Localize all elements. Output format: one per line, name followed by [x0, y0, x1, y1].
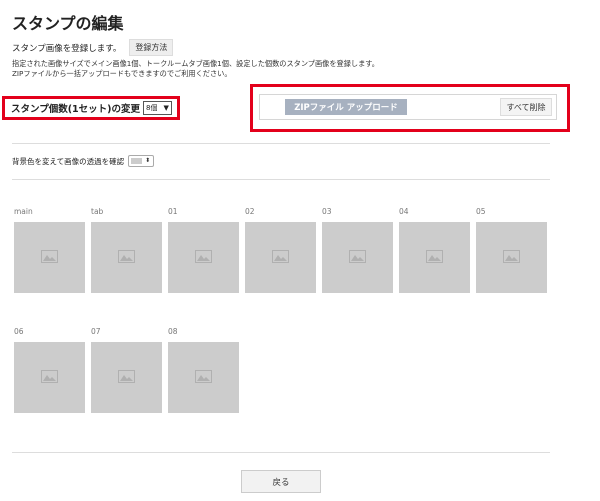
background-color-select[interactable]: ⬍: [128, 155, 155, 167]
sticker-slot-label: tab: [91, 207, 104, 216]
description-line-1: 指定された画像サイズでメイン画像1個、トークルームタブ画像1個、設定した個数のス…: [12, 59, 379, 68]
image-icon: [503, 250, 520, 263]
image-icon: [41, 370, 58, 383]
image-icon: [272, 250, 289, 263]
delete-all-button[interactable]: すべて削除: [500, 98, 552, 116]
sticker-image-placeholder[interactable]: [91, 222, 162, 293]
sticker-slot-label: 01: [168, 207, 178, 216]
sticker-image-placeholder[interactable]: [476, 222, 547, 293]
background-color-row: 背景色を変えて画像の透過を確認 ⬍: [12, 155, 155, 167]
sticker-image-placeholder[interactable]: [168, 342, 239, 413]
sticker-count-select[interactable]: 8個 ▼: [143, 101, 172, 115]
sticker-slot-label: 03: [322, 207, 332, 216]
sticker-count-value: 8個: [146, 104, 158, 112]
intro-text: スタンプ画像を登録します。: [12, 43, 122, 54]
back-button[interactable]: 戻る: [241, 470, 321, 493]
image-icon: [426, 250, 443, 263]
divider: [12, 179, 550, 180]
image-icon: [195, 250, 212, 263]
description-line-2: ZIPファイルから一括アップロードもできますのでご利用ください。: [12, 69, 232, 78]
sticker-slot: 03: [322, 207, 393, 293]
sticker-slot: 02: [245, 207, 316, 293]
sticker-slot-label: 02: [245, 207, 255, 216]
background-color-label: 背景色を変えて画像の透過を確認: [12, 156, 125, 166]
intro-row: スタンプ画像を登録します。 登録方法: [12, 39, 174, 56]
sticker-image-placeholder[interactable]: [245, 222, 316, 293]
sticker-slot: 01: [168, 207, 239, 293]
description: 指定された画像サイズでメイン画像1個、トークルームタブ画像1個、設定した個数のス…: [12, 59, 572, 79]
sticker-slot: 06: [14, 327, 85, 413]
sticker-slot-label: main: [14, 207, 33, 216]
sticker-count-section: スタンプ個数(1セット)の変更 8個 ▼: [2, 96, 180, 120]
sticker-image-placeholder[interactable]: [322, 222, 393, 293]
sticker-slot: main: [14, 207, 85, 293]
howto-button[interactable]: 登録方法: [129, 39, 174, 56]
zip-upload-button[interactable]: ZIPファイル アップロード: [285, 99, 407, 115]
image-icon: [118, 370, 135, 383]
image-icon: [349, 250, 366, 263]
sticker-image-placeholder[interactable]: [168, 222, 239, 293]
sticker-slot: 07: [91, 327, 162, 413]
sticker-image-placeholder[interactable]: [399, 222, 470, 293]
sticker-image-placeholder[interactable]: [14, 222, 85, 293]
sticker-slot-label: 04: [399, 207, 409, 216]
sticker-slot: 05: [476, 207, 547, 293]
caret-down-icon: ▼: [163, 104, 169, 112]
divider: [12, 452, 550, 453]
sticker-image-placeholder[interactable]: [91, 342, 162, 413]
image-icon: [118, 250, 135, 263]
sticker-image-placeholder[interactable]: [14, 342, 85, 413]
updown-arrows-icon: ⬍: [145, 157, 151, 164]
sticker-count-label: スタンプ個数(1セット)の変更: [11, 104, 141, 115]
sticker-slot: 08: [168, 327, 239, 413]
sticker-slot-label: 05: [476, 207, 486, 216]
sticker-row: main tab 01 02 03 04 05: [14, 207, 553, 293]
sticker-slot-label: 07: [91, 327, 101, 336]
sticker-row: 06 07 08: [14, 327, 553, 413]
upload-section: ZIPファイル アップロード すべて削除: [250, 84, 570, 132]
divider: [12, 143, 550, 144]
sticker-grid: main tab 01 02 03 04 05 06 07 08: [14, 207, 553, 413]
sticker-slot-label: 06: [14, 327, 24, 336]
sticker-slot: 04: [399, 207, 470, 293]
color-swatch: [131, 158, 143, 164]
sticker-slot-label: 08: [168, 327, 178, 336]
page-title: スタンプの編集: [12, 14, 124, 33]
sticker-slot: tab: [91, 207, 162, 293]
image-icon: [195, 370, 212, 383]
upload-box: ZIPファイル アップロード すべて削除: [259, 94, 557, 120]
image-icon: [41, 250, 58, 263]
